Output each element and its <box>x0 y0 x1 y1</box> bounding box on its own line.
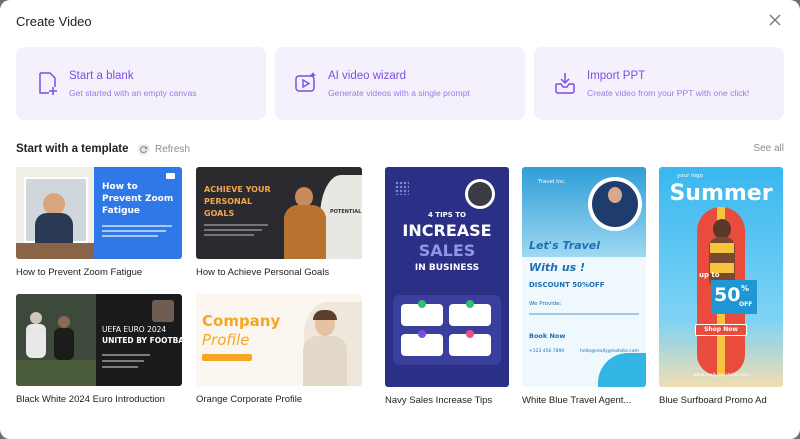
thumb-price-label: up to <box>699 271 720 279</box>
thumb-heading-line: UEFA EURO 2024 <box>102 325 167 334</box>
thumb-heading-line: GOALS <box>204 209 235 218</box>
thumb-subheading: We Provide: <box>529 301 562 307</box>
import-icon <box>552 70 578 96</box>
video-camera-icon <box>166 173 175 179</box>
template-card-zoom-fatigue[interactable]: How to Prevent Zoom Fatigue How to Preve… <box>16 167 182 282</box>
thumb-heading-line: ACHIEVE YOUR <box>204 185 271 194</box>
template-thumbnail: ACHIEVE YOUR PERSONAL GOALS POTENTIAL <box>196 167 362 259</box>
template-card-euro-2024[interactable]: UEFA EURO 2024 UNITED BY FOOTBALL Black … <box>16 294 182 409</box>
start-blank-title: Start a blank <box>69 70 134 82</box>
template-card-navy-sales[interactable]: 4 TIPS TO INCREASE SALES IN BUSINESS Nav… <box>385 167 509 409</box>
thumb-phone: +123 456 7890 <box>529 349 565 354</box>
thumb-heading-line: 4 TIPS TO <box>427 211 467 219</box>
template-name: White Blue Travel Agent... <box>522 395 632 406</box>
template-section-title: Start with a template <box>16 143 129 155</box>
thumb-discount-unit: % <box>741 284 750 293</box>
start-blank-subtitle: Get started with an empty canvas <box>69 88 197 98</box>
thumb-brand: your logo <box>677 173 703 179</box>
template-thumbnail: Travel Inc. Let's Travel With us ! DISCO… <box>522 167 646 387</box>
thumb-discount-off: OFF <box>739 301 753 308</box>
thumb-heading-line: DISCOUNT 50%OFF <box>529 281 605 289</box>
thumb-heading-line: How to <box>102 182 138 192</box>
template-card-surfboard-promo[interactable]: your logo Summer up to 50 % OFF Shop Now… <box>659 167 783 409</box>
dialog-title: Create Video <box>16 14 92 29</box>
refresh-icon <box>137 143 150 156</box>
thumb-heading-line: SALES <box>418 241 476 260</box>
template-thumbnail: How to Prevent Zoom Fatigue <box>16 167 182 259</box>
thumb-website: www.reallygreatsite.com <box>693 373 749 378</box>
template-name: Navy Sales Increase Tips <box>385 395 493 406</box>
thumb-subheading: Book Now <box>529 332 566 340</box>
close-icon[interactable] <box>768 13 782 27</box>
thumb-heading-line: IN BUSINESS <box>414 263 480 273</box>
template-card-personal-goals[interactable]: ACHIEVE YOUR PERSONAL GOALS POTENTIAL Ho… <box>196 167 362 282</box>
start-blank-card[interactable]: Start a blank Get started with an empty … <box>16 47 266 120</box>
refresh-button[interactable]: Refresh <box>137 142 190 156</box>
refresh-label: Refresh <box>155 143 191 155</box>
create-video-dialog: Create Video Start a blank Get started w… <box>0 0 800 439</box>
thumb-heading-line: UNITED BY FOOTBALL <box>102 336 182 345</box>
import-ppt-subtitle: Create video from your PPT with one clic… <box>587 88 750 98</box>
ai-video-wizard-subtitle: Generate videos with a single prompt <box>328 88 470 98</box>
thumb-brand: Travel Inc. <box>538 179 566 185</box>
template-name: Blue Surfboard Promo Ad <box>659 395 767 406</box>
thumb-heading-line: Let's Travel <box>529 239 601 252</box>
thumb-discount-value: 50 <box>714 284 741 306</box>
thumb-email: hello@reallygreatsite.com <box>580 349 639 354</box>
template-name: How to Achieve Personal Goals <box>196 267 330 278</box>
template-thumbnail: UEFA EURO 2024 UNITED BY FOOTBALL <box>16 294 182 386</box>
template-name: How to Prevent Zoom Fatigue <box>16 267 143 278</box>
thumb-heading-line: PERSONAL <box>204 197 253 206</box>
thumb-heading-line: Summer <box>669 181 773 206</box>
thumb-heading-line: INCREASE <box>402 221 492 240</box>
ai-video-icon <box>293 70 319 96</box>
template-thumbnail: Company Profile <box>196 294 362 386</box>
thumb-heading-line: Prevent Zoom <box>102 194 174 204</box>
thumb-heading-line: Company <box>202 312 281 330</box>
thumb-cta: Shop Now <box>704 326 738 333</box>
template-card-company-profile[interactable]: Company Profile Orange Corporate Profile <box>196 294 362 409</box>
template-thumbnail: 4 TIPS TO INCREASE SALES IN BUSINESS <box>385 167 509 387</box>
thumb-heading-line: With us ! <box>529 261 586 274</box>
template-name: Orange Corporate Profile <box>196 394 303 405</box>
template-name: Black White 2024 Euro Introduction <box>16 394 165 405</box>
thumb-heading-line: Profile <box>202 331 250 349</box>
template-thumbnail: your logo Summer up to 50 % OFF Shop Now… <box>659 167 783 387</box>
thumb-heading-line: Fatigue <box>102 206 141 216</box>
import-ppt-title: Import PPT <box>587 70 646 82</box>
import-ppt-card[interactable]: Import PPT Create video from your PPT wi… <box>534 47 784 120</box>
template-card-travel-agent[interactable]: Travel Inc. Let's Travel With us ! DISCO… <box>522 167 646 409</box>
ai-video-wizard-title: AI video wizard <box>328 70 406 82</box>
thumb-badge: POTENTIAL <box>330 209 362 215</box>
new-file-icon <box>34 70 60 96</box>
ai-video-wizard-card[interactable]: AI video wizard Generate videos with a s… <box>275 47 525 120</box>
see-all-link[interactable]: See all <box>753 143 784 154</box>
